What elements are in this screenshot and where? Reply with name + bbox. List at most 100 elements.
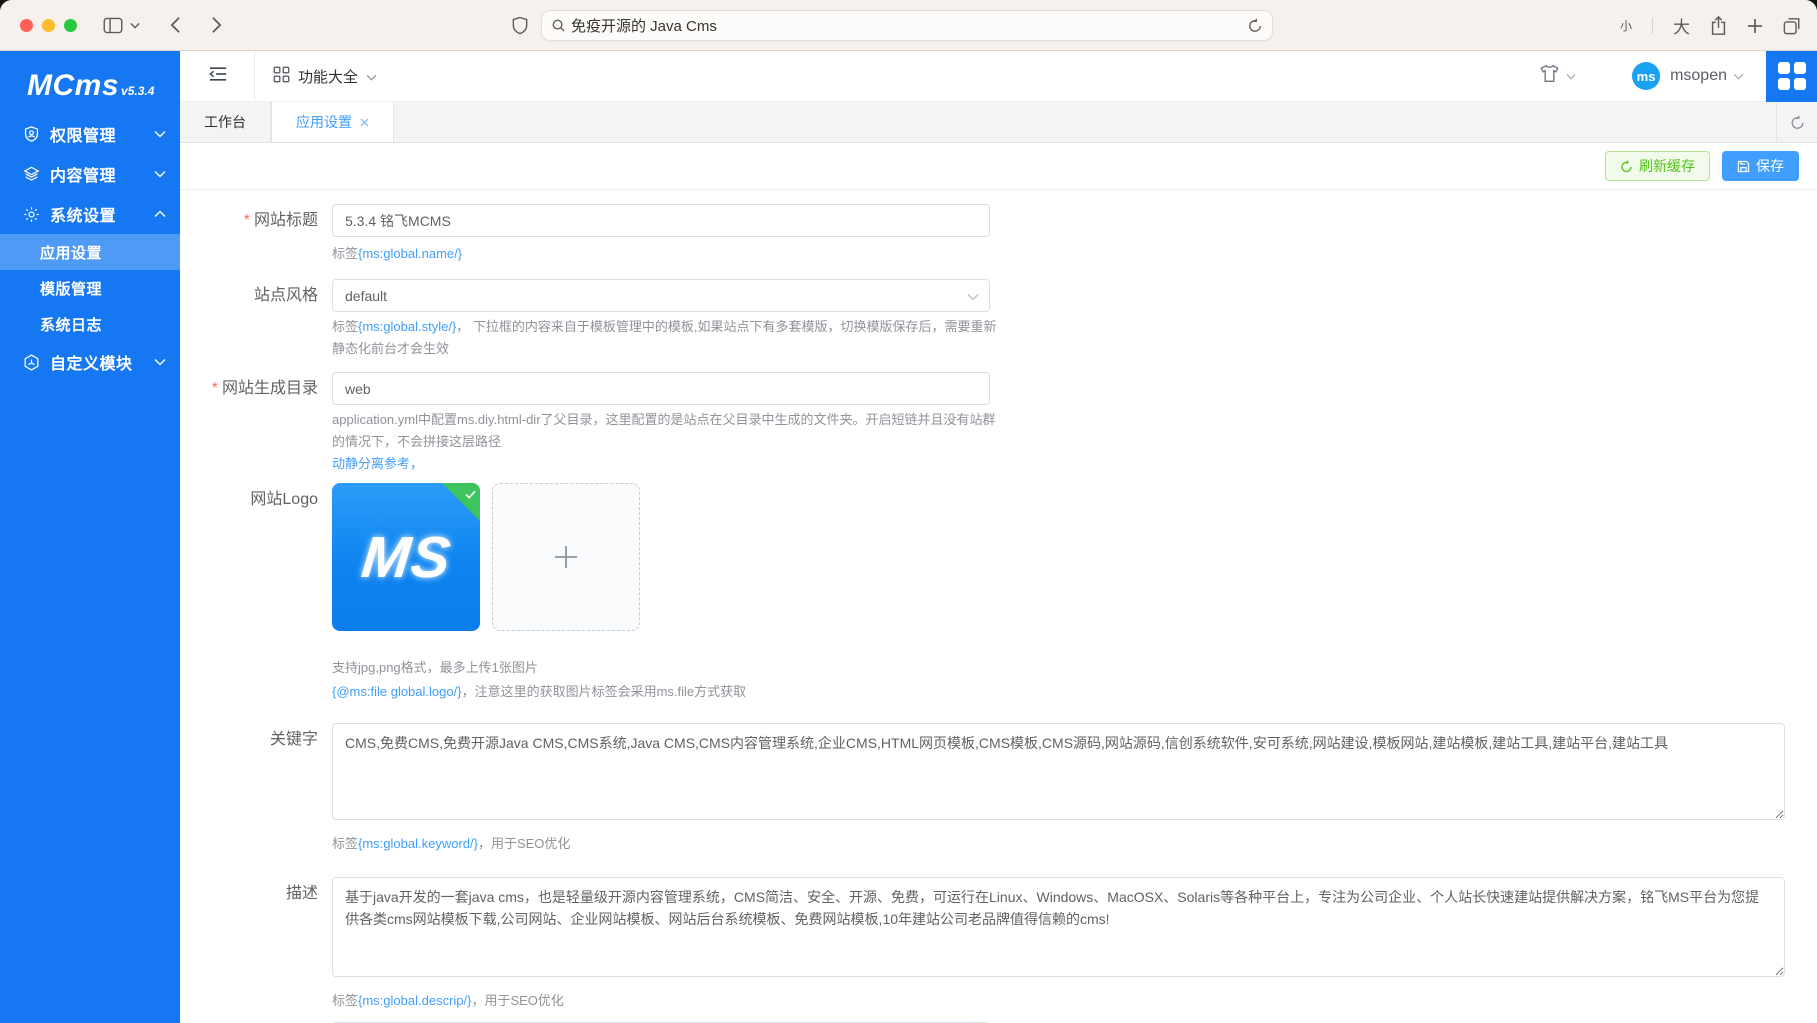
chevron-down-icon[interactable]: [130, 22, 140, 29]
required-mark: *: [212, 380, 218, 397]
form-row-description: 描述 基于java开发的一套java cms，也是轻量级开源内容管理系统，CMS…: [180, 877, 1817, 1022]
new-tab-icon[interactable]: [1747, 18, 1763, 34]
sidebar-item-label: 权限管理: [50, 122, 154, 146]
app-version: v5.3.4: [121, 84, 154, 98]
sidebar-subitem-label: 系统日志: [40, 314, 102, 335]
decrease-text-size-button[interactable]: 小: [1620, 17, 1632, 34]
template-tag: {ms:global.descrip/}: [358, 993, 471, 1008]
privacy-shield-icon[interactable]: [512, 16, 528, 35]
form-row-site-title: *网站标题 标签{ms:global.name/}: [180, 204, 1817, 279]
tab-app-settings[interactable]: 应用设置: [271, 102, 394, 142]
chevron-down-icon: [1566, 67, 1576, 85]
back-button[interactable]: [170, 16, 181, 34]
minimize-window-button[interactable]: [42, 19, 55, 32]
tab-overview-icon[interactable]: [1783, 17, 1801, 35]
page-content: 刷新缓存 保存 *网站标题: [180, 143, 1817, 1023]
template-tag: {ms:global.style/}: [358, 319, 456, 334]
feature-menu-label: 功能大全: [298, 66, 358, 87]
sidebar-item-label: 系统设置: [50, 202, 154, 226]
app-logo-text: MCms: [27, 69, 119, 103]
plus-icon: [551, 542, 581, 572]
chevron-down-icon: [967, 288, 979, 304]
browser-chrome: 免疫开源的 Java Cms 小 大: [0, 0, 1817, 51]
sidebar-item-permissions[interactable]: 权限管理: [0, 114, 180, 154]
user-avatar[interactable]: ms: [1632, 62, 1660, 90]
theme-selector[interactable]: [1539, 64, 1576, 88]
keywords-label: 关键字: [180, 723, 332, 877]
chevron-down-icon[interactable]: [1733, 67, 1744, 85]
tab-bar: 工作台 应用设置: [180, 102, 1817, 143]
save-label: 保存: [1756, 156, 1784, 176]
feature-menu[interactable]: 功能大全: [273, 66, 377, 87]
check-icon: [465, 486, 476, 504]
form-row-site-logo: 网站Logo MS: [180, 483, 1817, 723]
tab-label: 应用设置: [296, 112, 352, 132]
site-logo-tag-help: {@ms:file global.logo/}，注意这里的获取图片标签会采用ms…: [332, 681, 1004, 703]
site-logo-label: 网站Logo: [180, 483, 332, 723]
forward-button[interactable]: [211, 16, 222, 34]
page-toolbar: 刷新缓存 保存: [180, 143, 1817, 190]
keywords-textarea[interactable]: CMS,免费CMS,免费开源Java CMS,CMS系统,Java CMS,CM…: [332, 723, 1785, 820]
address-bar[interactable]: 免疫开源的 Java Cms: [541, 10, 1273, 41]
template-tag: {@ms:file global.logo/}: [332, 684, 462, 699]
sidebar-item-app-settings[interactable]: 应用设置: [0, 234, 180, 270]
close-window-button[interactable]: [20, 19, 33, 32]
site-title-input[interactable]: [332, 204, 990, 237]
save-button[interactable]: 保存: [1722, 151, 1799, 181]
increase-text-size-button[interactable]: 大: [1673, 13, 1690, 38]
app-header: 功能大全 ms msopen: [180, 51, 1817, 102]
refresh-tabs-button[interactable]: [1776, 102, 1817, 142]
template-tag: {ms:global.keyword/}: [358, 836, 478, 851]
template-tag: {ms:global.name/}: [358, 246, 462, 261]
static-separation-link[interactable]: 动静分离参考，: [332, 456, 423, 471]
sidebar-subitem-label: 模版管理: [40, 278, 102, 299]
sidebar-item-template-management[interactable]: 模版管理: [0, 270, 180, 306]
description-help: 标签{ms:global.descrip/}，用于SEO优化: [332, 990, 1817, 1012]
keywords-help: 标签{ms:global.keyword/}，用于SEO优化: [332, 833, 1817, 855]
layers-icon: [22, 165, 41, 184]
sidebar-submenu: 应用设置 模版管理 系统日志: [0, 234, 180, 342]
sidebar-item-custom-modules[interactable]: 自定义模块: [0, 342, 180, 382]
settings-form: *网站标题 标签{ms:global.name/} 站点风格: [180, 190, 1817, 1023]
site-logo-help: 支持jpg,png格式，最多上传1张图片: [332, 657, 1004, 679]
sidebar-item-system-log[interactable]: 系统日志: [0, 306, 180, 342]
username[interactable]: msopen: [1670, 67, 1727, 85]
upload-logo-button[interactable]: [492, 483, 640, 631]
user-shield-icon: [22, 125, 41, 144]
chevron-down-icon: [154, 353, 166, 371]
uploaded-logo-image[interactable]: MS: [332, 483, 480, 631]
close-icon[interactable]: [360, 118, 369, 127]
refresh-cache-label: 刷新缓存: [1639, 156, 1695, 176]
gen-dir-input[interactable]: [332, 372, 990, 405]
divider: [1652, 18, 1653, 34]
refresh-icon: [1620, 160, 1633, 173]
site-style-help: 标签{ms:global.style/}， 下拉框的内容来自于模板管理中的模板,…: [332, 316, 1004, 360]
form-row-keywords: 关键字 CMS,免费CMS,免费开源Java CMS,CMS系统,Java CM…: [180, 723, 1817, 877]
form-row-gen-dir: *网站生成目录 application.yml中配置ms.diy.html-di…: [180, 372, 1817, 483]
site-style-select[interactable]: default: [332, 279, 990, 312]
search-icon: [552, 19, 565, 32]
apps-grid-button[interactable]: [1766, 51, 1817, 102]
refresh-cache-button[interactable]: 刷新缓存: [1605, 151, 1710, 181]
description-textarea[interactable]: 基于java开发的一套java cms，也是轻量级开源内容管理系统，CMS简洁、…: [332, 877, 1785, 977]
description-label: 描述: [180, 877, 332, 1022]
chevron-down-icon: [366, 68, 377, 85]
zoom-window-button[interactable]: [64, 19, 77, 32]
tshirt-icon: [1539, 64, 1560, 88]
traffic-lights: [20, 19, 77, 32]
app-logo: MCms v5.3.4: [0, 51, 180, 106]
site-style-label: 站点风格: [180, 279, 332, 372]
reload-icon[interactable]: [1248, 18, 1262, 33]
site-title-help: 标签{ms:global.name/}: [332, 243, 1004, 265]
share-icon[interactable]: [1710, 16, 1727, 36]
browser-window: 免疫开源的 Java Cms 小 大 MCms v5.3.4: [0, 0, 1817, 1023]
tab-workbench[interactable]: 工作台: [180, 102, 271, 142]
collapse-sidebar-icon[interactable]: [208, 65, 228, 88]
form-row-site-style: 站点风格 default 标签{ms:global.style/}， 下拉框的内…: [180, 279, 1817, 372]
browser-sidebar-icon[interactable]: [103, 17, 123, 34]
site-title-label: *网站标题: [180, 204, 332, 279]
chevron-down-icon: [154, 165, 166, 183]
required-mark: *: [244, 212, 250, 229]
sidebar-item-content[interactable]: 内容管理: [0, 154, 180, 194]
sidebar-item-system-settings[interactable]: 系统设置: [0, 194, 180, 234]
